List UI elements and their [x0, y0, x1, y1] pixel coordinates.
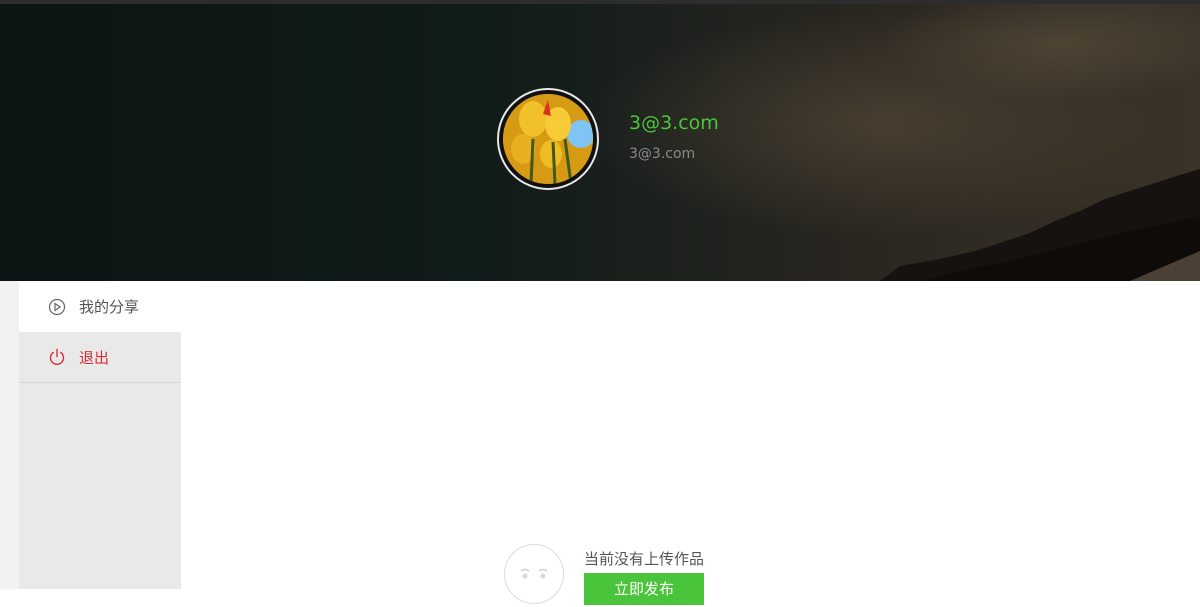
sidebar-item-my-shares[interactable]: 我的分享 — [19, 281, 181, 332]
left-gutter — [0, 281, 19, 589]
sidebar-item-logout[interactable]: 退出 — [19, 332, 181, 383]
power-icon — [47, 347, 67, 367]
banner-rocks-decoration — [880, 169, 1200, 281]
publish-now-button[interactable]: 立即发布 — [584, 573, 704, 605]
avatar[interactable] — [497, 88, 599, 190]
profile-email: 3@3.com — [629, 146, 696, 162]
sidebar-item-label: 退出 — [79, 348, 110, 367]
sad-face-icon — [504, 544, 564, 604]
profile-banner: 3@3.com 3@3.com — [0, 0, 1200, 281]
sidebar-item-label: 我的分享 — [79, 298, 140, 316]
empty-state-message: 当前没有上传作品 — [584, 550, 705, 568]
avatar-image — [503, 94, 593, 184]
profile-name: 3@3.com — [629, 112, 719, 134]
play-circle-icon — [47, 297, 67, 317]
sidebar: 我的分享 退出 — [19, 281, 181, 589]
